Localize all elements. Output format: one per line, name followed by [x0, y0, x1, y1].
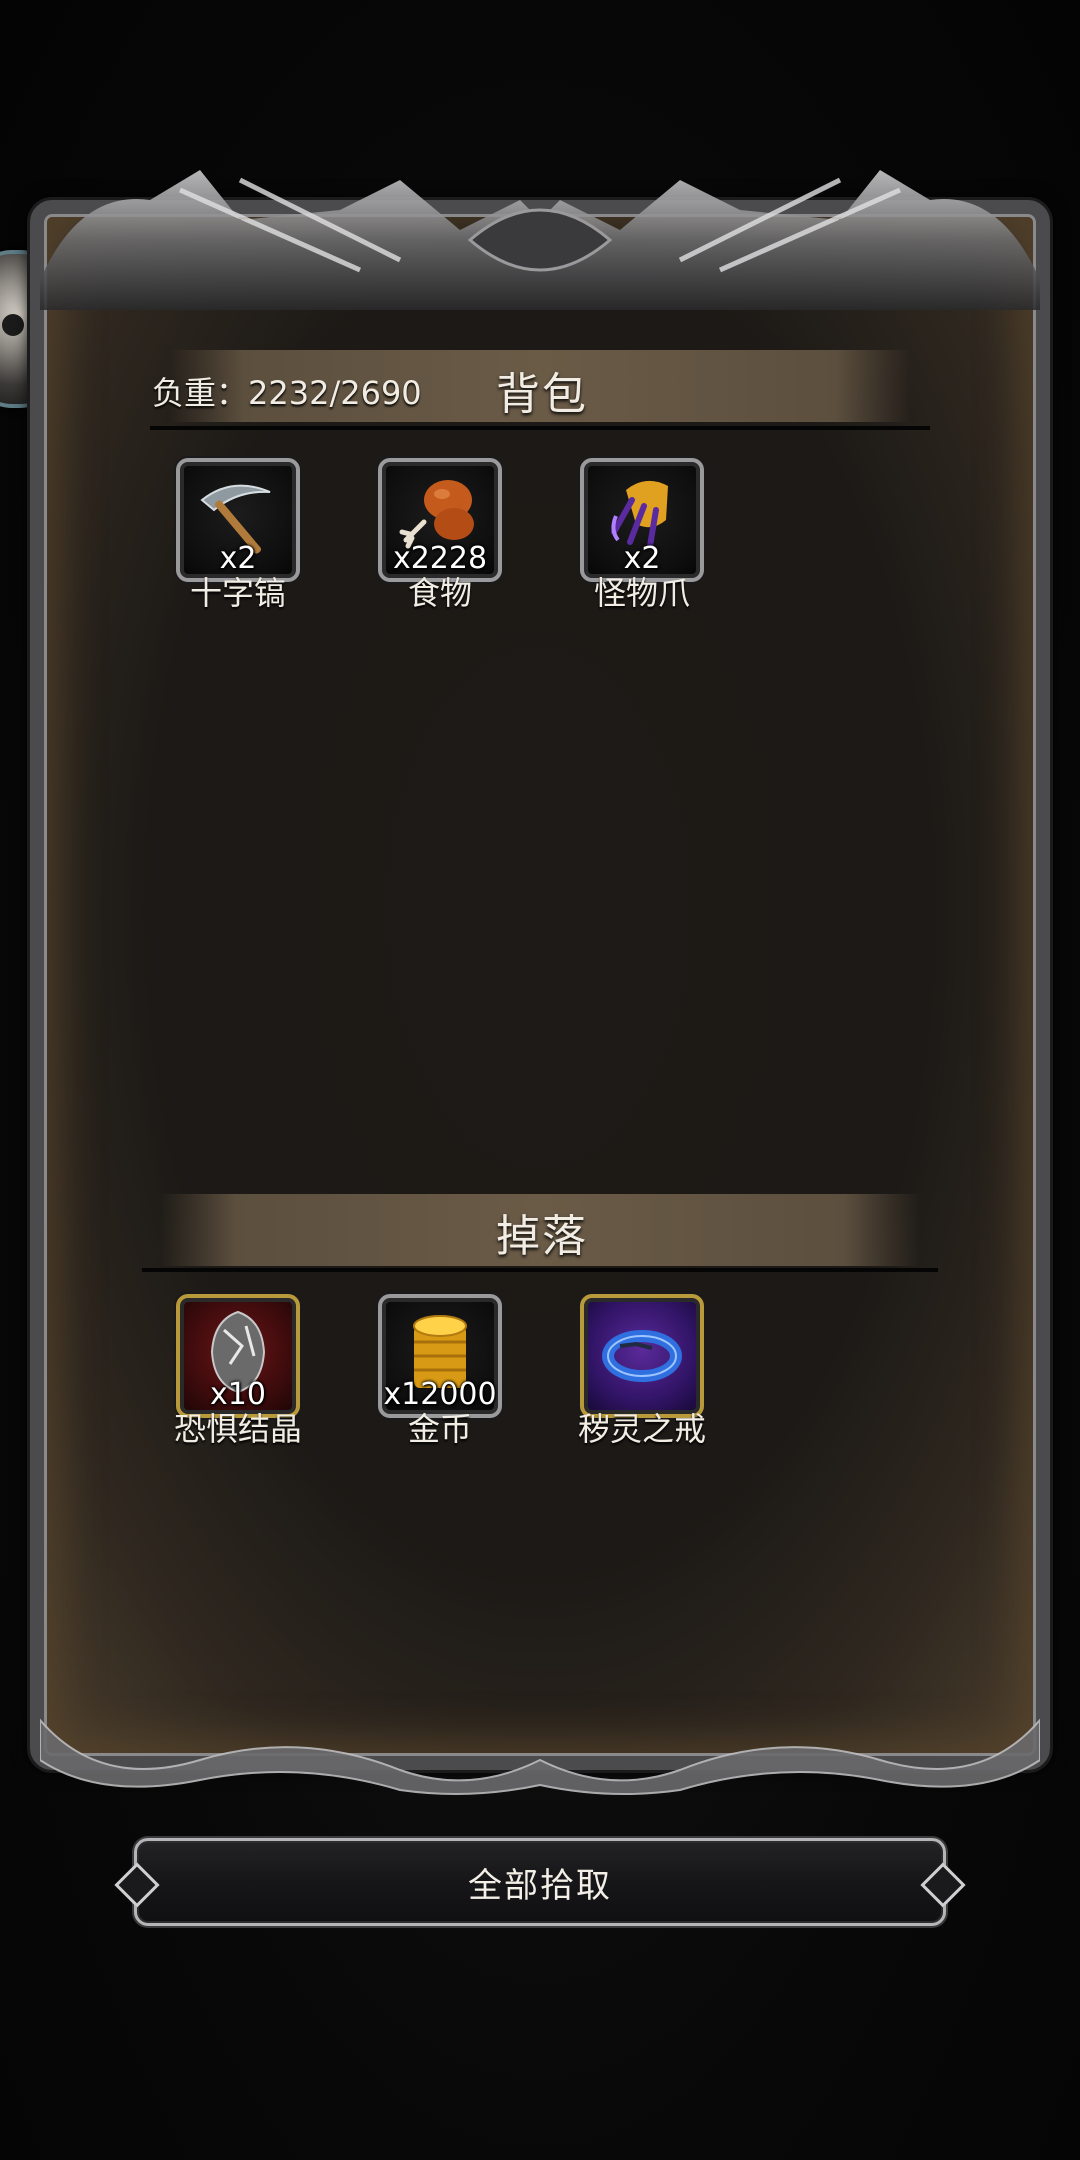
- button-corner-ornament: [920, 1862, 966, 1908]
- loot-panel: [30, 200, 1050, 1770]
- button-corner-ornament: [114, 1862, 160, 1908]
- drops-divider: [142, 1268, 938, 1272]
- inventory-slot-food[interactable]: x2228: [378, 458, 502, 582]
- drop-slot-ring[interactable]: [580, 1294, 704, 1418]
- pickup-all-button[interactable]: 全部拾取: [114, 1838, 966, 1926]
- drops-title: 掉落: [496, 1211, 588, 1262]
- item-name: 十字镐: [189, 574, 286, 612]
- weight-label: 负重：2232/2690: [152, 374, 422, 412]
- pickup-all-label: 全部拾取: [468, 1865, 612, 1906]
- inventory-title: 背包: [496, 369, 588, 420]
- avatar-eye: [2, 314, 24, 336]
- item-name: 怪物爪: [593, 574, 690, 612]
- item-name: 秽灵之戒: [577, 1410, 706, 1448]
- item-name: 恐惧结晶: [173, 1410, 302, 1448]
- drop-slot-fear-crystal[interactable]: x10: [176, 1294, 300, 1418]
- inventory-slot-monster-claw[interactable]: x2: [580, 458, 704, 582]
- inventory-divider: [150, 426, 930, 430]
- item-name: 金币: [407, 1410, 472, 1448]
- item-name: 食物: [407, 574, 472, 612]
- drop-slot-gold-coins[interactable]: x12000: [378, 1294, 502, 1418]
- ring-icon: [602, 1330, 682, 1382]
- inventory-slot-pickaxe[interactable]: x2: [176, 458, 300, 582]
- loot-screen: 负重：2232/2690 背包 x2 十字镐 x2228 食物 x2 怪物爪 掉…: [0, 0, 1080, 2160]
